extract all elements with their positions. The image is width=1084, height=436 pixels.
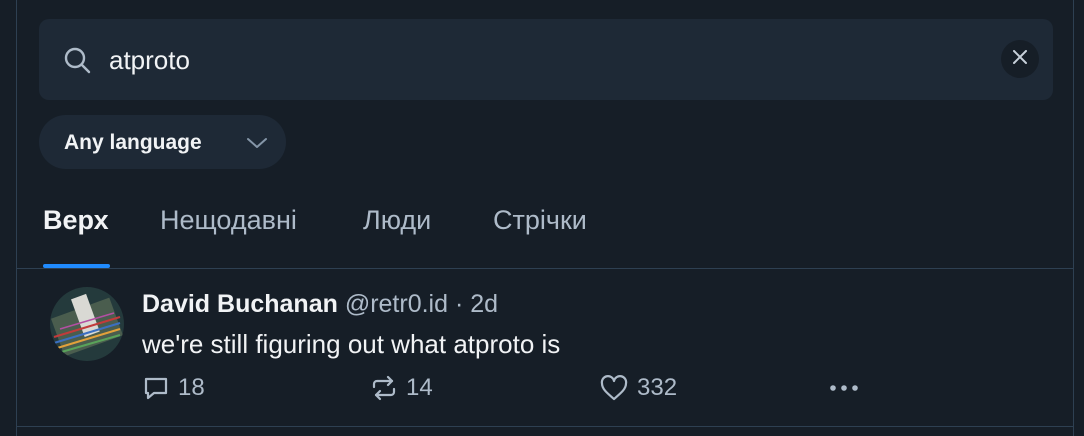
reply-count: 18 <box>178 374 205 401</box>
heart-icon <box>599 374 629 402</box>
search-input[interactable]: atproto <box>109 45 190 75</box>
like-button[interactable]: 332 <box>599 374 677 402</box>
post-text: we're still figuring out what atproto is <box>142 329 561 359</box>
post-menu-button[interactable] <box>828 374 860 402</box>
reply-button[interactable]: 18 <box>142 374 205 402</box>
column-border-right <box>1073 0 1074 436</box>
author-name[interactable]: David Buchanan <box>142 290 338 318</box>
avatar[interactable] <box>50 287 124 361</box>
clear-search-button[interactable] <box>1001 40 1039 78</box>
tab-feeds[interactable]: Стрічки <box>493 205 587 236</box>
post-header: David Buchanan @retr0.id · 2d <box>142 290 498 319</box>
language-select-label: Any language <box>64 131 202 154</box>
search-icon <box>63 46 91 74</box>
post-separator: · <box>454 290 464 318</box>
more-horizontal-icon <box>828 374 860 402</box>
search-bar[interactable]: atproto <box>39 19 1053 100</box>
close-icon <box>1013 49 1027 69</box>
author-handle[interactable]: @retr0.id <box>345 290 448 318</box>
tab-latest[interactable]: Нещодавні <box>160 205 297 236</box>
repost-count: 14 <box>406 374 433 401</box>
post-item[interactable]: David Buchanan @retr0.id · 2d we're stil… <box>17 269 1073 426</box>
repost-icon <box>370 374 398 402</box>
post-divider <box>16 426 1074 427</box>
chevron-down-icon <box>246 133 267 153</box>
language-select[interactable]: Any language <box>39 115 286 169</box>
repost-button[interactable]: 14 <box>370 374 433 402</box>
reply-icon <box>142 374 170 402</box>
tab-people[interactable]: Люди <box>363 205 431 236</box>
like-count: 332 <box>637 374 678 401</box>
tab-top[interactable]: Верх <box>43 205 109 236</box>
post-timestamp[interactable]: 2d <box>470 290 498 318</box>
